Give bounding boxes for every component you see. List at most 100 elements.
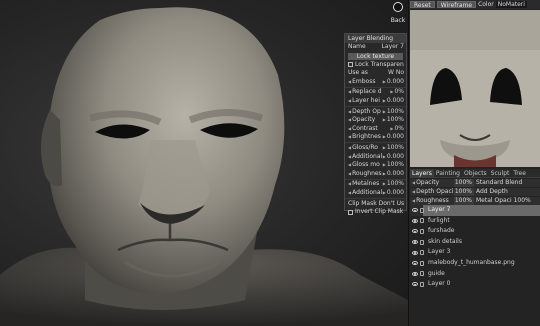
eye-icon[interactable] [412,208,418,213]
right-arrow-icon[interactable]: ▶ [383,153,386,162]
slider-depth-opacity[interactable]: ◀ Depth Op ▶ 100% [345,108,406,117]
layer-item[interactable]: skin details [410,237,540,248]
eye-icon[interactable] [412,250,418,255]
right-arrow-icon[interactable]: ▶ [390,125,393,134]
lock-icon[interactable] [420,239,424,245]
right-arrow-icon[interactable]: ▶ [383,189,386,198]
use-as-row[interactable]: Use as W No [345,69,406,78]
depth-mode-select[interactable]: Add Depth [474,188,540,196]
right-arrow-icon[interactable]: ▶ [383,97,386,106]
lock-icon[interactable] [420,260,424,266]
right-arrow-icon[interactable]: ▶ [383,161,386,170]
eye-icon[interactable] [412,229,418,234]
tab-tree[interactable]: Tree [511,169,528,177]
lock-transparency-label: Lock Transparency [355,60,404,68]
eye-icon[interactable] [412,240,418,245]
left-arrow-icon[interactable]: ◀ [348,108,351,117]
depth-opacity-label[interactable]: ◀Depth Opaci [410,188,454,196]
reset-button[interactable]: Reset [410,1,435,9]
right-arrow-icon[interactable]: ▶ [383,108,386,117]
right-arrow-icon[interactable]: ▶ [383,144,386,153]
depth-opacity-row[interactable]: ◀Depth Opaci 100% Add Depth [410,188,540,196]
slider-value: 0.000 [386,96,404,104]
left-arrow-icon[interactable]: ◀ [348,88,351,97]
invert-clip-row[interactable]: Invert Clip Mask [345,208,406,217]
left-arrow-icon[interactable]: ◀ [348,116,351,125]
lock-icon[interactable] [420,281,424,287]
lock-icon[interactable] [420,207,424,213]
left-arrow-icon[interactable]: ◀ [348,180,351,189]
layer-item[interactable]: malebody_t_humanbase.png [410,258,540,269]
right-arrow-icon[interactable]: ▶ [383,180,386,189]
lock-texture-button[interactable]: Lock texture [348,52,403,60]
opacity-value[interactable]: 100% [454,179,474,187]
left-arrow-icon[interactable]: ◀ [348,189,351,198]
eye-icon[interactable] [412,271,418,276]
name-value[interactable]: Layer 7 [382,43,404,52]
eye-icon[interactable] [412,261,418,266]
right-arrow-icon[interactable]: ▶ [383,133,386,142]
right-arrow-icon[interactable]: ▶ [383,170,386,179]
left-arrow-icon[interactable]: ◀ [348,125,351,134]
eye-icon[interactable] [412,218,418,223]
left-arrow-icon[interactable]: ◀ [348,170,351,179]
lock-transparency-row[interactable]: Lock Transparency [345,61,406,70]
clip-mask-select[interactable]: Clip Mask Don't Us [345,200,406,209]
slider-gloss-roughness[interactable]: ◀ Gloss/Ro ▶ 100% [345,144,406,153]
slider-layer-height[interactable]: ◀ Layer hei ▶ 0.000 [345,97,406,106]
right-arrow-icon[interactable]: ▶ [383,78,386,87]
layer-item[interactable]: furshade [410,226,540,237]
opacity-label[interactable]: ◀Opacity [410,179,454,187]
layer-name-row[interactable]: Name Layer 7 [345,43,406,52]
eye-icon[interactable] [412,282,418,287]
left-arrow-icon[interactable]: ◀ [348,144,351,153]
right-arrow-icon[interactable]: ▶ [390,88,393,97]
tab-layers[interactable]: Layers [410,169,434,177]
opacity-row[interactable]: ◀Opacity 100% Standard Blend [410,179,540,187]
slider-metalness[interactable]: ◀ Metalnes ▶ 100% [345,180,406,189]
left-arrow-icon[interactable]: ◀ [348,153,351,162]
slider-opacity[interactable]: ◀ Opacity ▶ 100% [345,116,406,125]
roughness-label[interactable]: ◀Roughness [410,197,454,205]
slider-roughness[interactable]: ◀ Roughnes ▶ 0.000 [345,170,406,179]
material-select[interactable]: NoMateri [495,1,527,8]
slider-emboss[interactable]: ◀ Emboss ▶ 0.000 [345,78,406,87]
slider-value: 0% [394,88,404,96]
right-arrow-icon[interactable]: ▶ [383,116,386,125]
layer-item[interactable]: Layer 7 [410,205,540,216]
layer-list: Layer 7 furlight furshade skin details L… [410,205,540,290]
layer-item[interactable]: guide [410,269,540,280]
slider-replace[interactable]: ◀ Replace d ▶ 0% [345,88,406,97]
clip-mask-label: Clip Mask Don't Us [348,199,404,207]
slider-contrast[interactable]: ◀ Contrast ▶ 0% [345,125,406,134]
wireframe-button[interactable]: Wireframe [436,1,477,9]
lock-icon[interactable] [420,250,424,256]
left-arrow-icon[interactable]: ◀ [348,133,351,142]
slider-additional-gloss[interactable]: ◀ Additional ▶ 0.000 [345,153,406,162]
left-arrow-icon[interactable]: ◀ [348,78,351,87]
left-arrow-icon[interactable]: ◀ [348,161,351,170]
back-button[interactable]: Back [388,2,408,24]
lock-transparency-checkbox[interactable] [348,62,353,68]
tab-painting[interactable]: Painting [434,169,462,177]
slider-brightness[interactable]: ◀ Brightnes ▶ 0.000 [345,133,406,142]
metal-opacity-slider[interactable]: Metal Opaci 100% [474,197,540,205]
roughness-value[interactable]: 100% [454,197,474,205]
layer-item[interactable]: Layer 0 [410,279,540,290]
slider-gloss-modulator[interactable]: ◀ Gloss mo ▶ 100% [345,161,406,170]
lock-icon[interactable] [420,228,424,234]
invert-clip-checkbox[interactable] [348,209,353,215]
lock-icon[interactable] [420,218,424,224]
tab-objects[interactable]: Objects [462,169,489,177]
tab-sculpt[interactable]: Sculpt [489,169,512,177]
left-arrow-icon[interactable]: ◀ [348,97,351,106]
slider-additional-metal[interactable]: ◀ Additional ▶ 0.000 [345,189,406,198]
lock-icon[interactable] [420,271,424,277]
roughness-row[interactable]: ◀Roughness 100% Metal Opaci 100% [410,197,540,205]
layer-item[interactable]: Layer 3 [410,247,540,258]
sculpt-viewport[interactable]: Back Layer Blending Name Layer 7 Lock te… [0,0,408,326]
use-as-select[interactable]: W No [388,69,404,78]
blend-mode-select[interactable]: Standard Blend [474,179,540,187]
depth-opacity-value[interactable]: 100% [454,188,474,196]
layer-item[interactable]: furlight [410,216,540,227]
